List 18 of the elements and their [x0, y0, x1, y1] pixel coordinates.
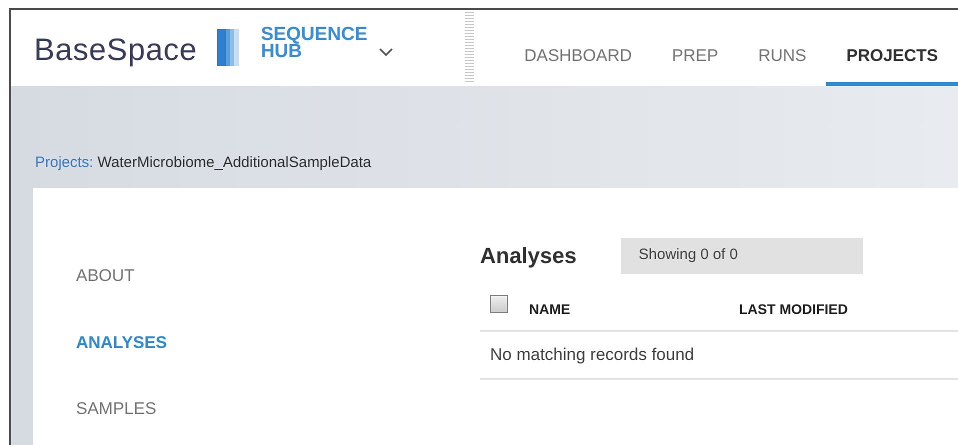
nav-tab[interactable]: RUNS [738, 10, 826, 86]
column-header[interactable]: LAST MODIFIED [739, 298, 848, 320]
section-title: Analyses [480, 242, 577, 270]
select-all-checkbox[interactable] [490, 295, 508, 313]
brand-logo[interactable]: BaseSpace [34, 33, 198, 69]
empty-message: No matching records found [480, 332, 958, 380]
breadcrumb: Projects: WaterMicrobiome_AdditionalSampleData [35, 153, 372, 173]
nav-tab[interactable]: PREP [652, 10, 738, 86]
nav-tab[interactable]: DASHBOARD [504, 10, 652, 86]
sidebar-item[interactable]: ANALYSES [76, 330, 168, 355]
record-count: Showing 0 of 0 [620, 238, 863, 274]
sidebar-item[interactable]: SAMPLES [76, 396, 156, 422]
column-header[interactable]: NAME [529, 298, 739, 320]
sidebar-item[interactable]: ABOUT [76, 263, 135, 288]
drag-handle-icon[interactable] [465, 12, 474, 82]
product-name[interactable]: SEQUENCE HUB [260, 26, 368, 86]
chevron-down-icon[interactable] [379, 48, 394, 57]
logo-bars-icon [217, 29, 239, 66]
